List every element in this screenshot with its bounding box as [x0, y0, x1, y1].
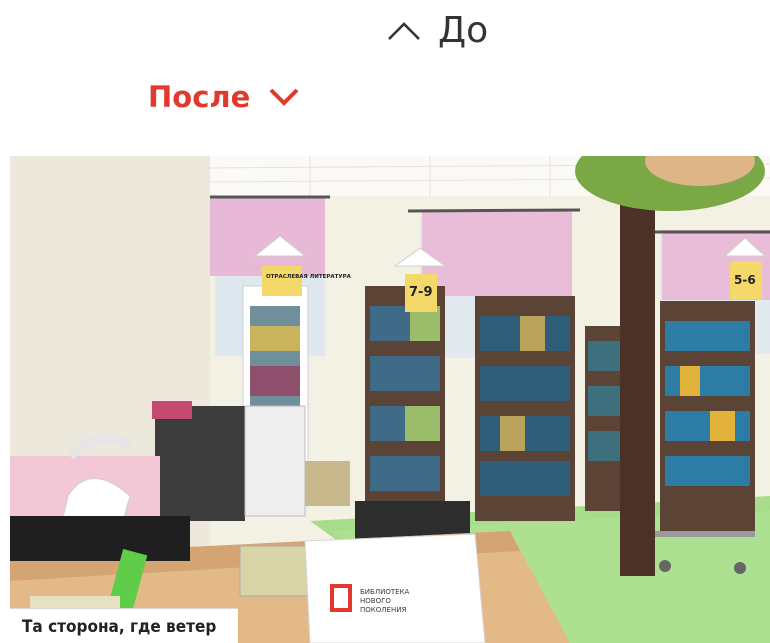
sign-line-3: ПОКОЛЕНИЯ [360, 606, 406, 614]
sign-line-2: НОВОГО [360, 597, 391, 605]
chevron-down-icon [268, 87, 300, 107]
chevron-up-icon [386, 20, 422, 42]
after-toggle[interactable]: После [148, 80, 300, 114]
library-photo: ОТРАСЛЕВАЯ ЛИТЕРАТУРА 7-9 5-6 БИБЛИОТЕКА… [10, 156, 770, 643]
sign-line-1: БИБЛИОТЕКА [360, 588, 410, 596]
photo-caption: Та сторона, где ветер [10, 608, 238, 643]
shelf-tag-1: 7-9 [409, 285, 433, 300]
shelf-tag-2: 5-6 [734, 273, 756, 287]
shelf-tag-0: ОТРАСЛЕВАЯ ЛИТЕРАТУРА [266, 274, 352, 280]
before-label: До [438, 10, 489, 51]
caption-text: Та сторона, где ветер [22, 617, 217, 637]
after-label: После [148, 80, 251, 114]
before-toggle[interactable]: До [386, 10, 488, 51]
